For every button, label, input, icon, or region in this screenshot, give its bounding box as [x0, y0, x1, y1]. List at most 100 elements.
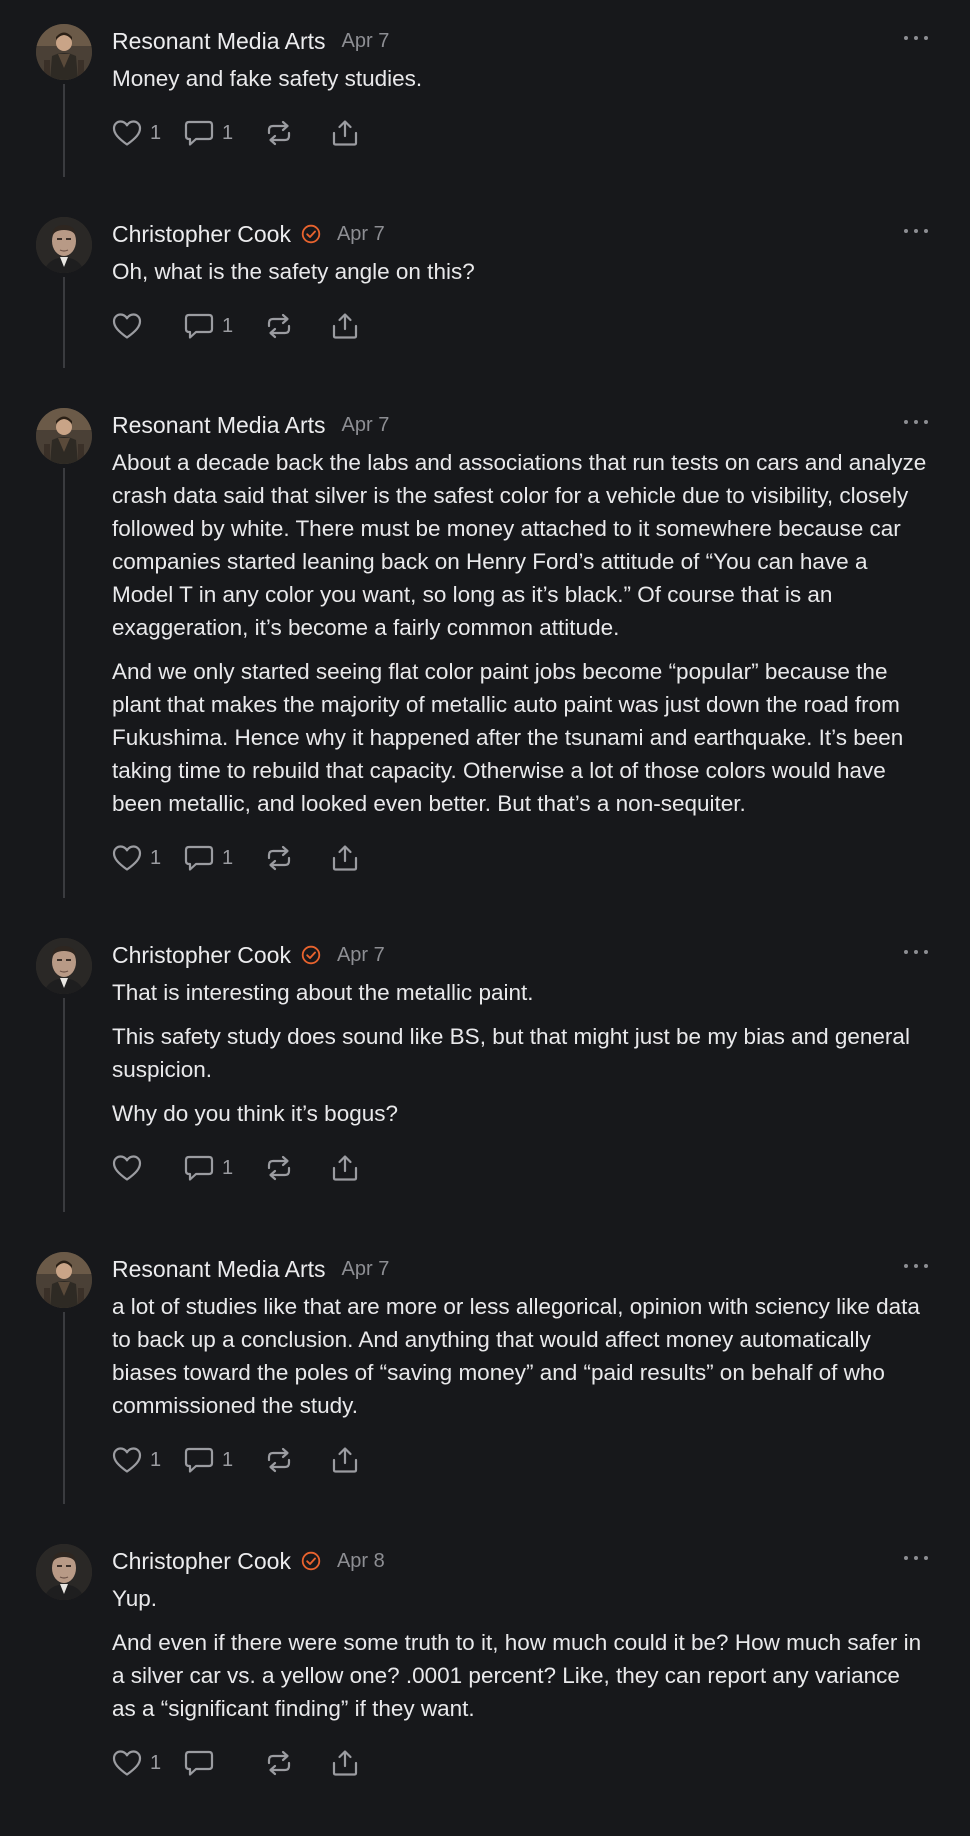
reply-button[interactable]: 1 [184, 844, 264, 872]
reply-count: 1 [222, 121, 234, 144]
comment-paragraph: Why do you think it’s bogus? [112, 1101, 398, 1126]
like-button[interactable]: 1 [112, 1446, 184, 1474]
comment-paragraph: Oh, what is the safety angle on this? [112, 259, 475, 284]
comment-paragraph: And even if there were some truth to it,… [112, 1630, 922, 1721]
comment-date[interactable]: Apr 7 [337, 223, 385, 246]
restack-icon [267, 313, 291, 339]
like-button[interactable] [112, 312, 184, 340]
avatar[interactable] [36, 24, 92, 80]
heart-icon [112, 313, 142, 339]
more-options-icon[interactable] [904, 416, 928, 428]
author-name[interactable]: Resonant Media Arts [112, 412, 326, 439]
reply-button[interactable]: 1 [184, 1446, 264, 1474]
author-name[interactable]: Christopher Cook [112, 221, 291, 248]
author-name[interactable]: Christopher Cook [112, 942, 291, 969]
avatar[interactable] [36, 1252, 92, 1308]
heart-icon [112, 845, 142, 871]
comment-date[interactable]: Apr 7 [342, 414, 390, 437]
share-icon [332, 1155, 358, 1181]
more-options-icon[interactable] [904, 946, 928, 958]
action-bar: 1 [112, 1151, 928, 1185]
like-button[interactable]: 1 [112, 1749, 184, 1777]
restack-icon [264, 844, 294, 872]
share-button[interactable] [330, 1446, 360, 1474]
comment-date[interactable]: Apr 7 [337, 944, 385, 967]
comment-date[interactable]: Apr 8 [337, 1550, 385, 1573]
comment-date[interactable]: Apr 7 [342, 30, 390, 53]
avatar-image [36, 938, 92, 994]
share-icon [332, 1447, 358, 1473]
share-button[interactable] [330, 1749, 360, 1777]
author-name[interactable]: Christopher Cook [112, 1548, 291, 1575]
restack-icon [264, 1749, 294, 1777]
share-button[interactable] [330, 1154, 360, 1182]
reply-button[interactable]: 1 [184, 312, 264, 340]
thread-line [63, 998, 65, 1212]
comment: Christopher Cook Apr 8 Yup. And even if t… [0, 1520, 970, 1780]
restack-button[interactable] [264, 1446, 330, 1474]
reply-button[interactable]: 1 [184, 1154, 264, 1182]
comment: Resonant Media Arts Apr 7 Money and fake… [0, 0, 970, 193]
share-icon [330, 844, 360, 872]
comment-paragraph: About a decade back the labs and associa… [112, 450, 927, 640]
comment-paragraph: Yup. [112, 1586, 158, 1611]
more-options-icon[interactable] [904, 225, 928, 237]
heart-icon [112, 1154, 142, 1182]
avatar[interactable] [36, 217, 92, 273]
more-options-icon[interactable] [904, 32, 928, 44]
like-count: 1 [150, 1751, 162, 1774]
avatar[interactable] [36, 1544, 92, 1600]
comment-date[interactable]: Apr 7 [342, 1258, 390, 1281]
share-icon [330, 1749, 360, 1777]
comment-paragraph: This safety study does sound like BS, bu… [112, 1024, 910, 1082]
avatar-image [36, 1544, 92, 1600]
verified-icon [301, 1551, 321, 1571]
share-button[interactable] [330, 844, 360, 872]
more-options-icon[interactable] [904, 1260, 928, 1272]
restack-button[interactable] [264, 1749, 330, 1777]
verified-icon [301, 224, 321, 244]
share-button[interactable] [330, 312, 360, 340]
comment-header: Christopher Cook Apr 7 [112, 914, 928, 973]
thread-line [63, 1312, 65, 1504]
like-button[interactable] [112, 1154, 184, 1182]
author-name[interactable]: Resonant Media Arts [112, 28, 326, 55]
restack-button[interactable] [264, 119, 330, 147]
comment-body: About a decade back the labs and associa… [112, 446, 928, 820]
comment: Christopher Cook Apr 7 Oh, what is the s… [0, 193, 970, 384]
reply-button[interactable]: 1 [184, 119, 264, 147]
action-bar: 1 [112, 1746, 928, 1780]
thread-line [63, 84, 65, 177]
restack-button[interactable] [264, 844, 330, 872]
avatar[interactable] [36, 408, 92, 464]
share-icon [330, 1446, 360, 1474]
heart-icon [112, 119, 142, 147]
reply-button[interactable] [184, 1749, 264, 1777]
heart-icon [112, 312, 142, 340]
author-name[interactable]: Resonant Media Arts [112, 1256, 326, 1283]
restack-button[interactable] [264, 1154, 330, 1182]
avatar[interactable] [36, 938, 92, 994]
share-button[interactable] [330, 119, 360, 147]
avatar-image [36, 1252, 92, 1308]
avatar-image [36, 408, 92, 464]
comment-icon [184, 312, 214, 340]
comment-body: Yup. And even if there were some truth to… [112, 1582, 928, 1725]
share-icon [332, 1750, 358, 1776]
share-icon [332, 313, 358, 339]
like-button[interactable]: 1 [112, 844, 184, 872]
comment-thread: Resonant Media Arts Apr 7 Money and fake… [0, 0, 970, 1780]
avatar-image [36, 217, 92, 273]
restack-icon [264, 119, 294, 147]
restack-button[interactable] [264, 312, 330, 340]
reply-count: 1 [222, 846, 234, 869]
reply-count: 1 [222, 314, 234, 337]
share-icon [332, 120, 358, 146]
comment-body: a lot of studies like that are more or l… [112, 1290, 928, 1422]
comment-icon [184, 844, 214, 872]
more-options-icon[interactable] [904, 1552, 928, 1564]
heart-icon [112, 1749, 142, 1777]
heart-icon [112, 120, 142, 146]
like-button[interactable]: 1 [112, 119, 184, 147]
comment-icon [184, 1154, 214, 1182]
